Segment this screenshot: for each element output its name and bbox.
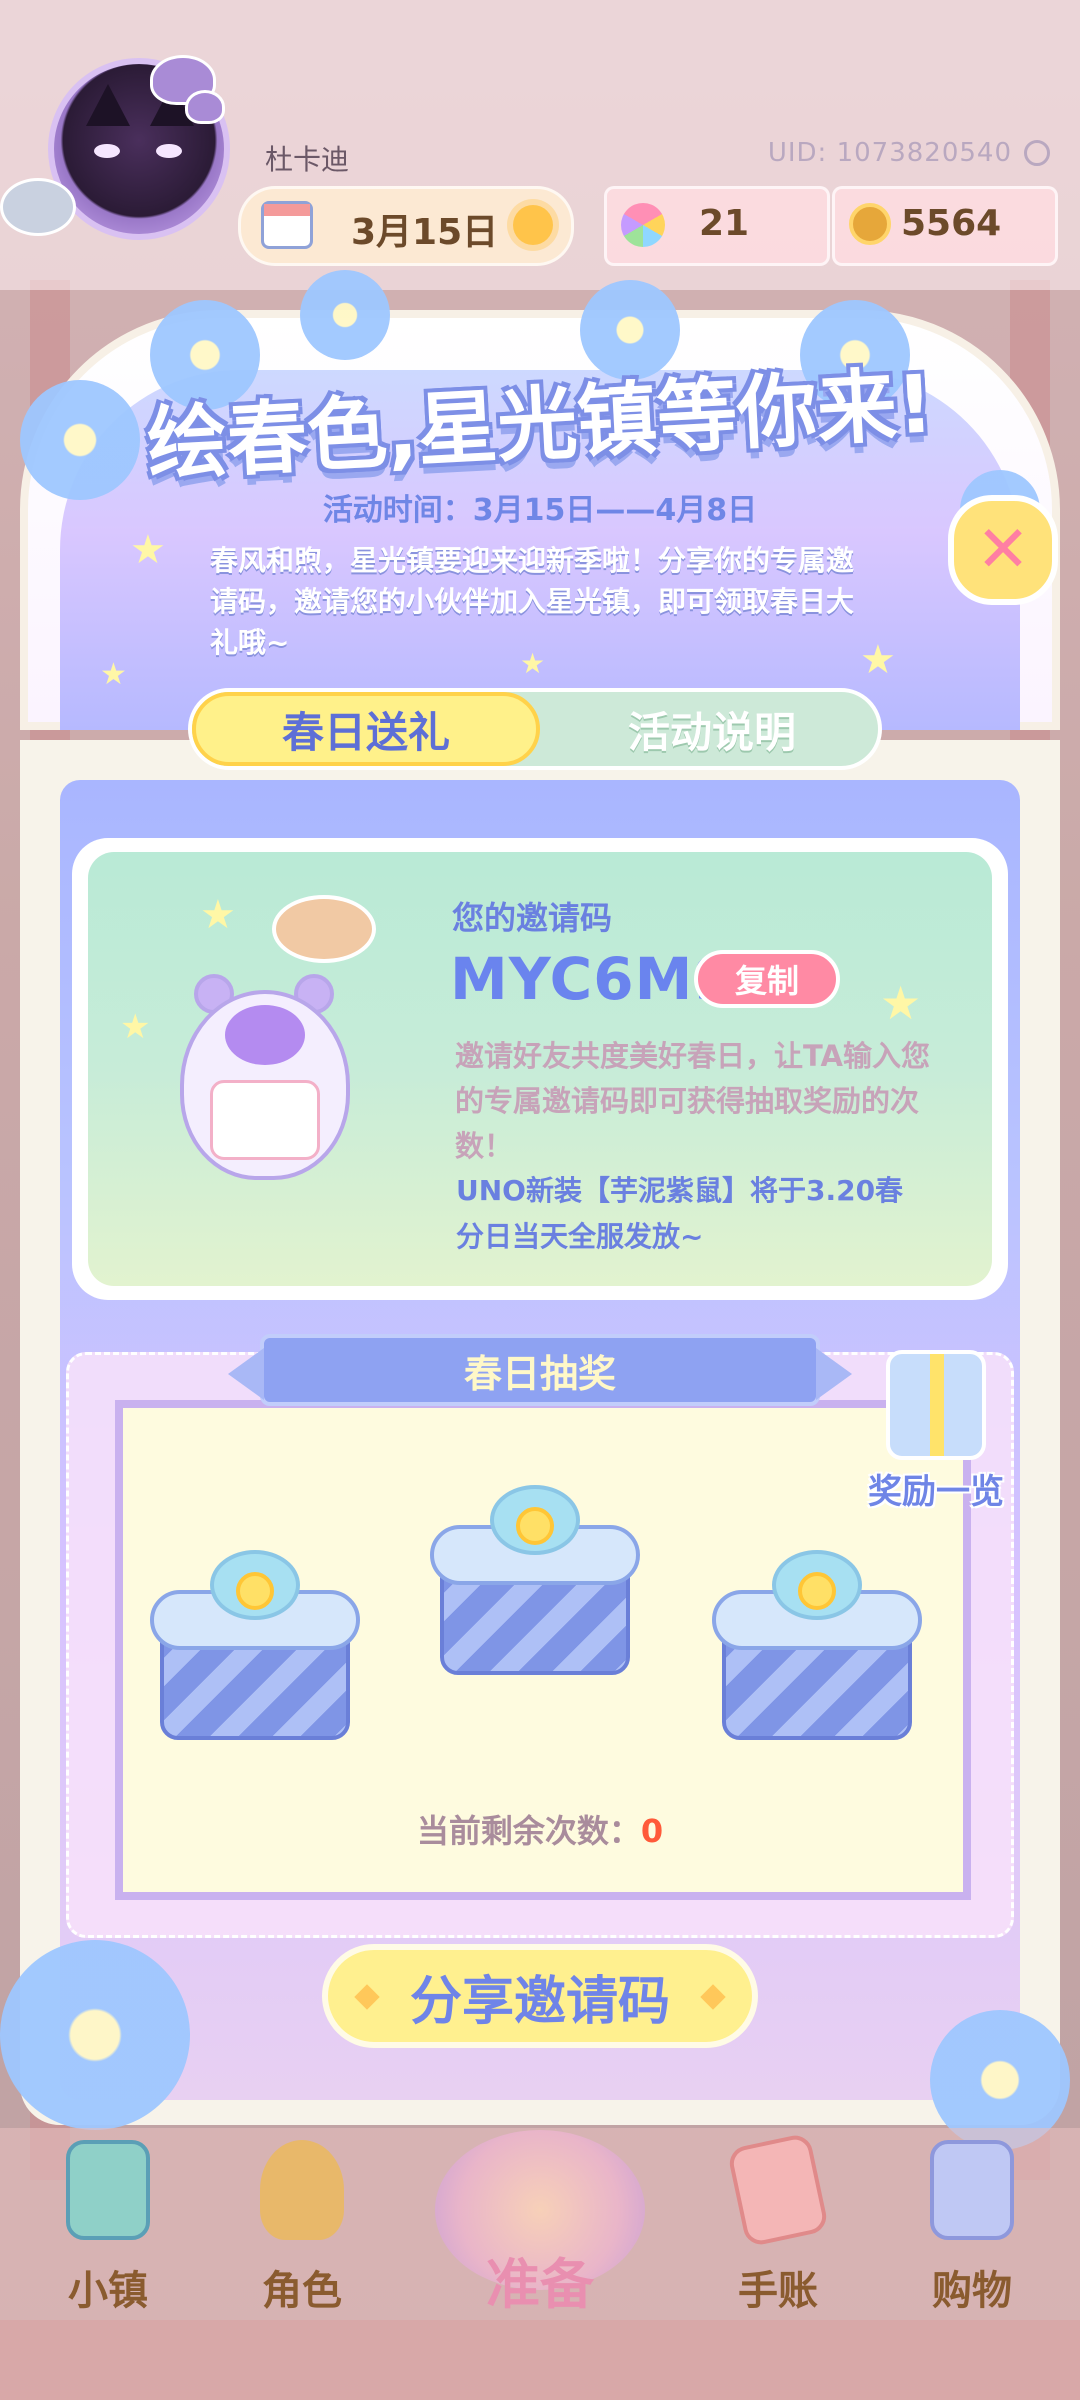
invite-code: MYC6M9 — [450, 945, 735, 1013]
invite-code-label: 您的邀请码 — [452, 899, 613, 937]
gem-count: 21 — [699, 203, 750, 244]
date-pill: 3月15日 — [238, 186, 574, 266]
gem-icon — [621, 203, 665, 247]
close-icon: ✕ — [976, 513, 1030, 587]
journal-icon — [726, 2132, 830, 2248]
nav-character[interactable]: 角色 — [232, 2140, 372, 2330]
nav-shopping[interactable]: 购物 — [902, 2140, 1042, 2330]
sun-icon — [513, 205, 553, 245]
diamond-icon — [700, 1984, 726, 2010]
uid-text: UID: 1073820540 — [767, 138, 1012, 168]
gift-flower-icon — [516, 1507, 554, 1545]
nav-journal[interactable]: 手账 — [708, 2132, 848, 2330]
gift-flower-icon — [798, 1572, 836, 1610]
tab-event-info[interactable]: 活动说明 — [538, 692, 886, 766]
star-decoration: ★ — [880, 976, 922, 1030]
gift-flower-icon — [236, 1572, 274, 1610]
star-decoration: ★ — [100, 657, 127, 692]
diamond-icon — [354, 1984, 380, 2010]
reward-list-label: 奖励一览 — [868, 1472, 1004, 1512]
lottery-gift-box[interactable] — [430, 1485, 640, 1675]
cat-eye — [94, 144, 120, 158]
date-text: 3月15日 — [351, 212, 499, 253]
copy-button[interactable]: 复制 — [694, 950, 840, 1008]
nav-prepare-label: 准备 — [486, 2253, 594, 2316]
cat-eye — [156, 144, 182, 158]
event-intro: 春风和煦，星光镇要迎来迎新季啦！分享你的专属邀请码，邀请您的小伙伴加入星光镇，即… — [210, 544, 855, 659]
lottery-gift-box[interactable] — [712, 1550, 922, 1740]
reward-list-button[interactable]: 奖励一览 — [846, 1340, 1026, 1520]
map-icon — [66, 2140, 150, 2240]
nav-journal-label: 手账 — [738, 2268, 818, 2314]
hamster-character — [170, 950, 360, 1200]
remaining-draws: 当前剩余次数：0 — [0, 1806, 1080, 1852]
event-period: 活动时间：3月15日——4月8日 — [322, 493, 758, 528]
invite-description: 邀请好友共度美好春日，让TA输入您的专属邀请码即可获得抽取奖励的次数！ — [455, 1039, 930, 1163]
star-decoration: ★ — [200, 892, 236, 938]
flower-decoration — [20, 380, 140, 500]
share-button-label: 分享邀请码 — [409, 1971, 670, 2032]
mini-cat-icon — [0, 178, 76, 236]
share-invite-code-button[interactable]: 分享邀请码 — [322, 1944, 758, 2048]
remaining-label: 当前剩余次数： — [416, 1812, 641, 1850]
nav-shopping-label: 购物 — [932, 2268, 1012, 2314]
shopping-bag-icon — [930, 2140, 1014, 2240]
coin-count: 5564 — [901, 203, 1002, 244]
invite-news: UNO新装【芋泥紫鼠】将于3.20春分日当天全服发放~ — [456, 1174, 904, 1253]
gift-package-icon — [886, 1350, 986, 1460]
gem-counter[interactable]: 21 — [604, 186, 830, 266]
calendar-icon — [261, 201, 313, 249]
system-nav-bar — [0, 2320, 1080, 2400]
cat-ear — [86, 84, 130, 126]
nav-town[interactable]: 小镇 — [38, 2140, 178, 2330]
flower-decoration — [300, 270, 390, 360]
lottery-title: 春日抽奖 — [228, 1334, 852, 1406]
character-icon — [260, 2140, 344, 2240]
nav-town-label: 小镇 — [68, 2268, 148, 2314]
lottery-gift-box[interactable] — [150, 1550, 360, 1740]
nav-character-label: 角色 — [262, 2268, 342, 2314]
mushroom-icon — [185, 90, 225, 124]
event-tabs: 春日送礼 活动说明 — [188, 688, 882, 770]
close-button[interactable]: ✕ — [948, 495, 1058, 605]
coin-counter[interactable]: 5564 — [832, 186, 1058, 266]
tab-spring-gift[interactable]: 春日送礼 — [192, 692, 540, 766]
copy-uid-icon[interactable] — [1024, 140, 1050, 166]
username: 杜卡迪 — [265, 143, 350, 176]
star-decoration: ★ — [130, 527, 166, 573]
nav-prepare[interactable]: 准备 — [395, 2130, 685, 2340]
hamster-face — [225, 1005, 305, 1065]
flower-decoration — [0, 1940, 190, 2130]
hamster-shirt — [210, 1080, 320, 1160]
remaining-count: 0 — [640, 1812, 664, 1850]
star-decoration: ★ — [120, 1007, 151, 1047]
coin-icon — [849, 203, 891, 245]
